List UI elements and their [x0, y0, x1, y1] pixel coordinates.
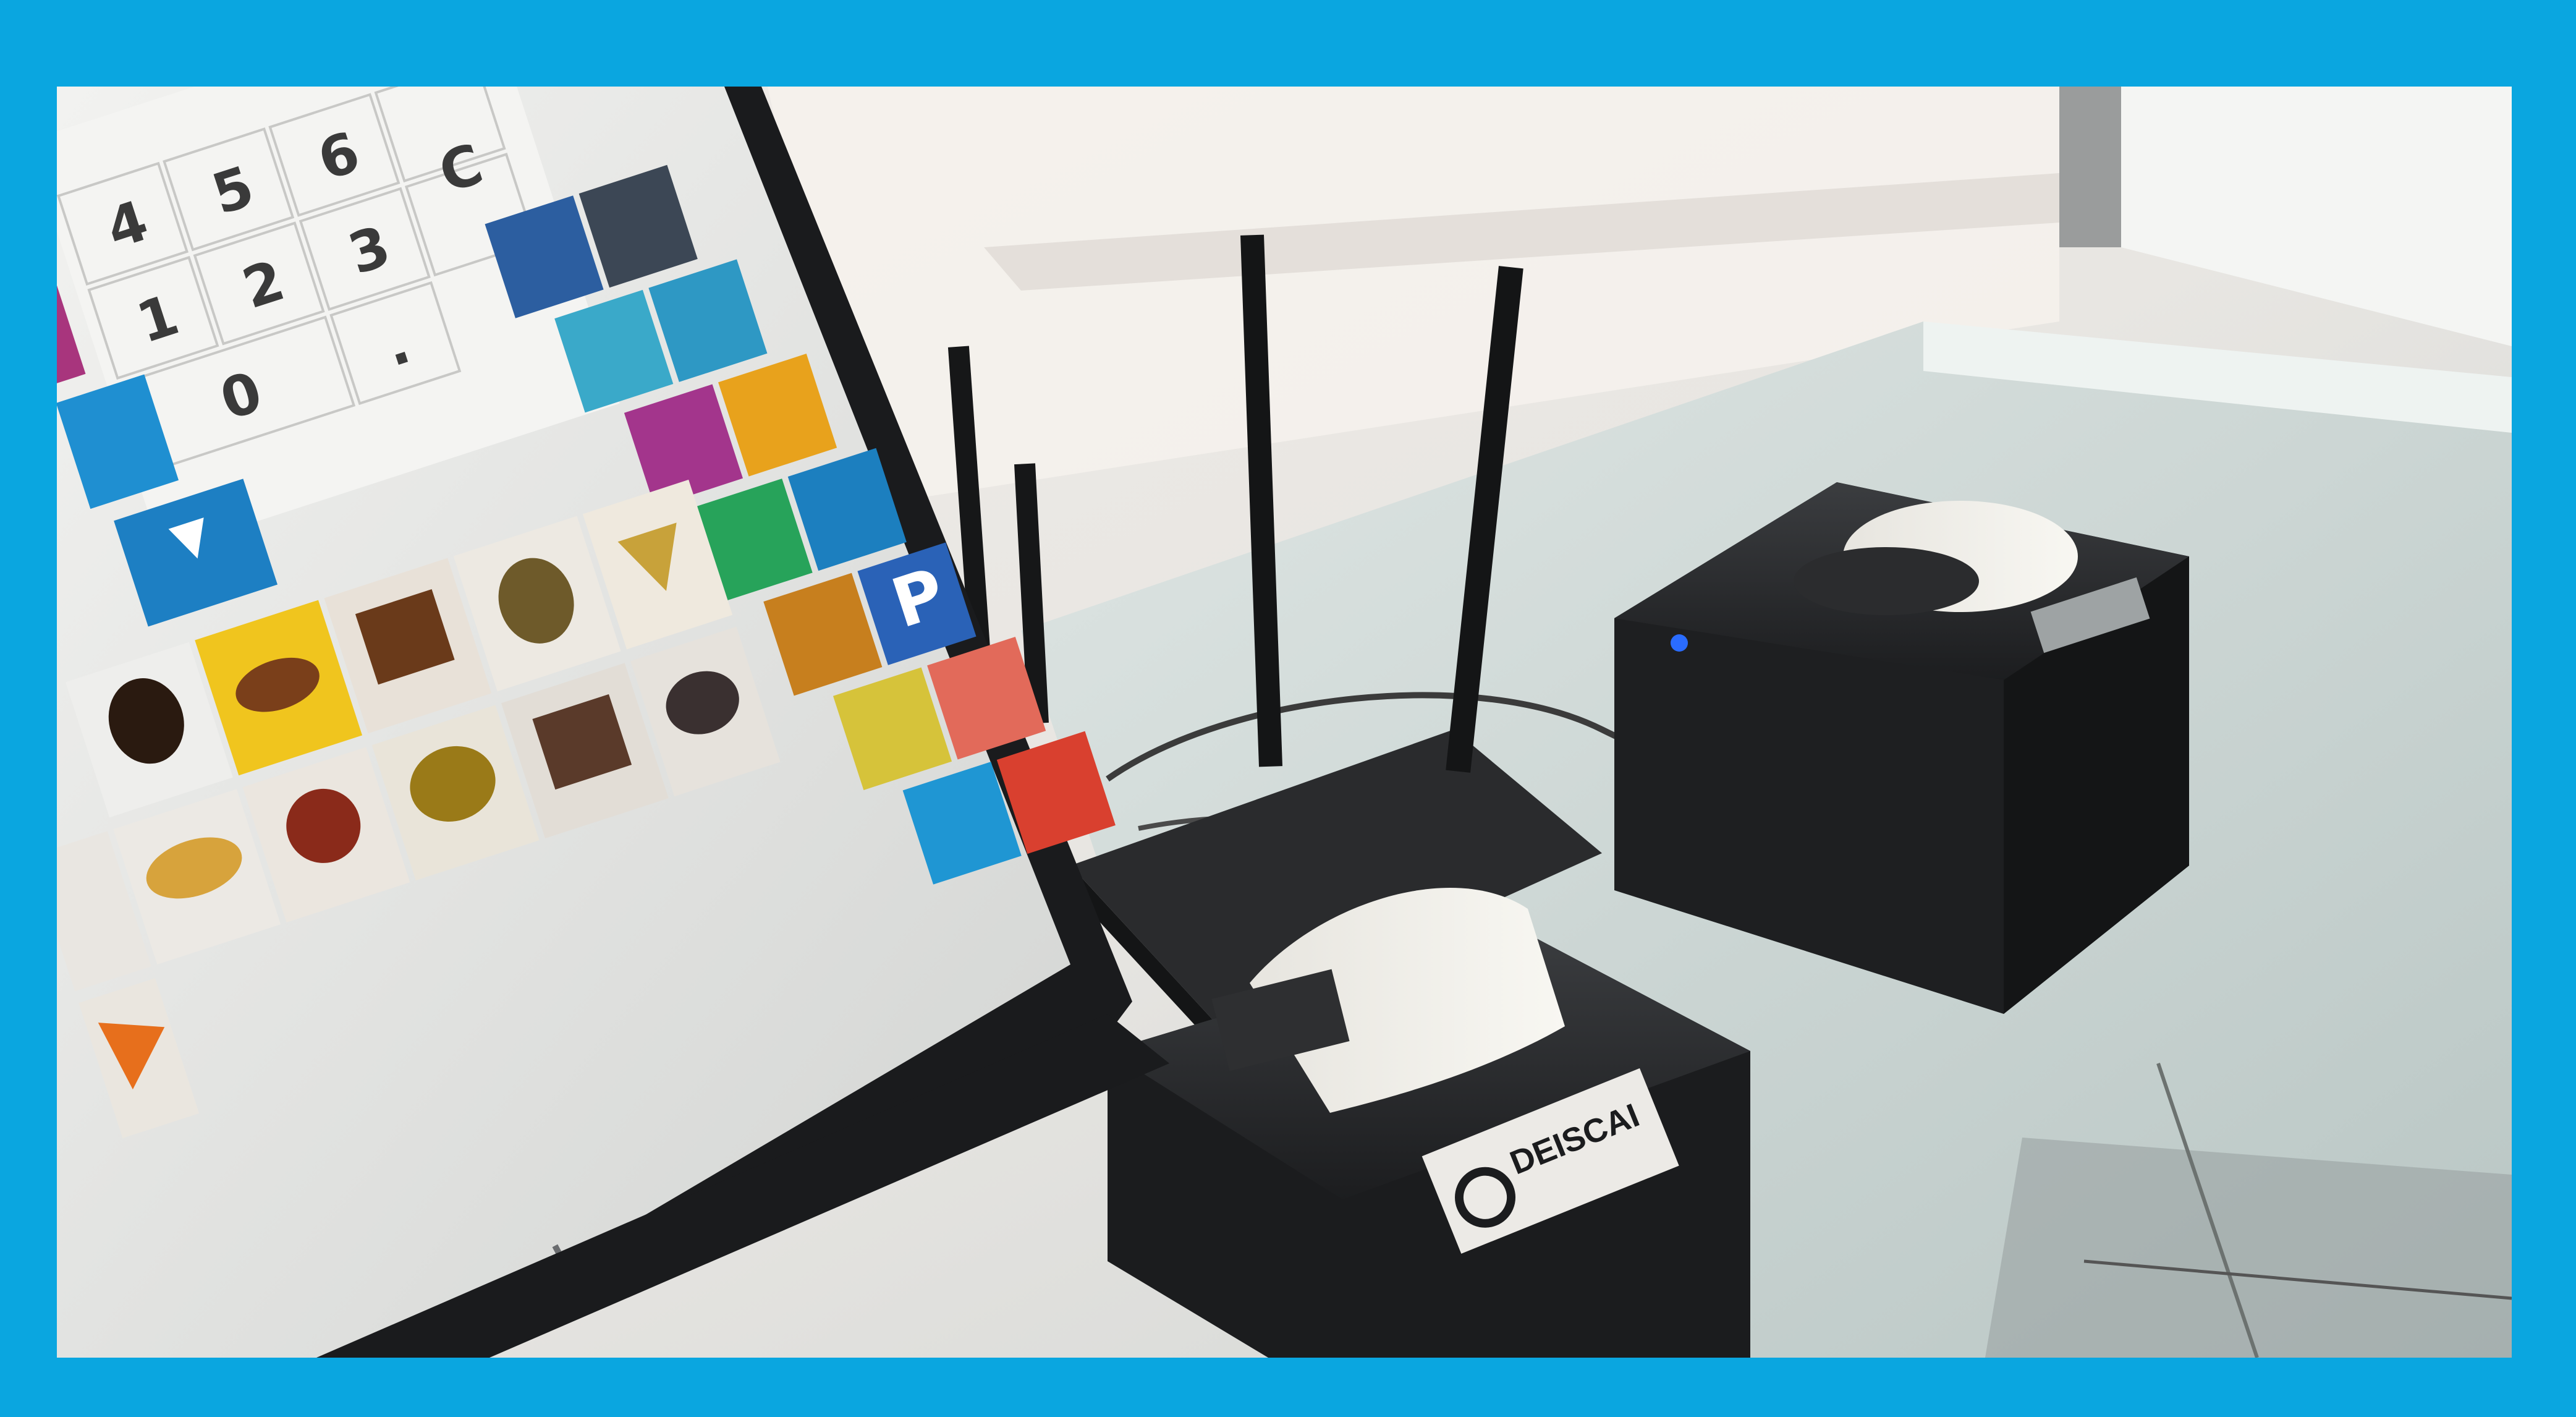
window-frame — [2059, 87, 2121, 247]
power-led — [1671, 634, 1688, 652]
floor — [1985, 1138, 2512, 1358]
photo-frame: DEISCAI scai 4 5 6 1 2 3 C 0 . — [57, 87, 2512, 1358]
photo-scene: DEISCAI scai 4 5 6 1 2 3 C 0 . — [57, 87, 2512, 1358]
